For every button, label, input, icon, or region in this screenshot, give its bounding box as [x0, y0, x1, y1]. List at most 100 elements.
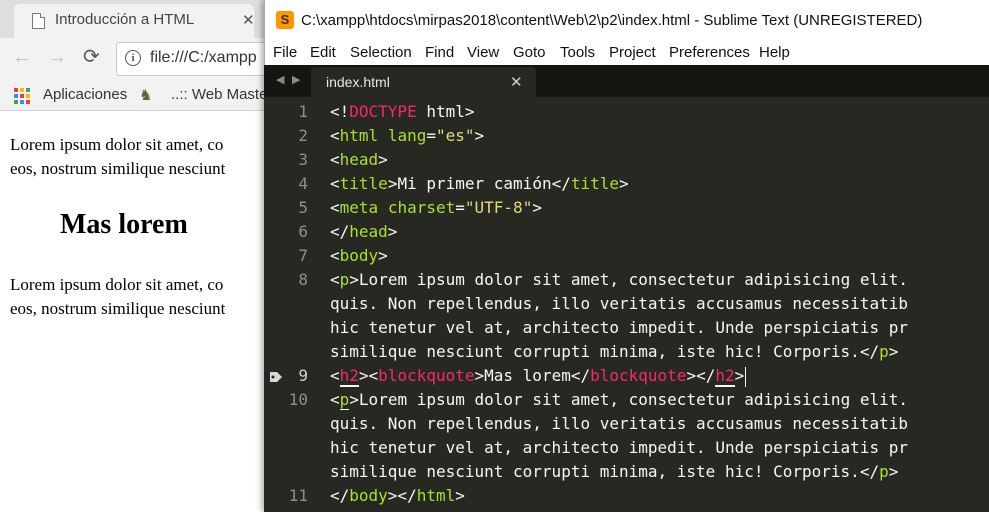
code-token: similique nesciunt corrupti minima, iste…	[330, 342, 860, 361]
menu-project[interactable]: Project	[609, 44, 656, 61]
code-token: body	[339, 246, 379, 265]
browser-tab-close-icon[interactable]: ✕	[242, 11, 255, 29]
browser-tab[interactable]: Introducción a HTML ✕	[14, 4, 255, 38]
code-token: >	[378, 150, 388, 169]
code-token: <	[330, 246, 340, 265]
code-token: Mi primer camión	[397, 174, 552, 193]
code-line-8b: quis. Non repellendus, illo veritatis ac…	[330, 294, 908, 313]
code-token: >	[474, 126, 485, 145]
code-token: "es"	[435, 126, 475, 145]
menu-find[interactable]: Find	[425, 44, 454, 61]
code-token: </	[330, 486, 350, 505]
forward-arrow-icon[interactable]: →	[47, 47, 67, 67]
bookmark-webmaster[interactable]: ..:: Web Master	[171, 86, 272, 103]
code-token: ></	[686, 366, 716, 385]
code-token: Lorem ipsum dolor sit amet, consectetur …	[358, 270, 908, 289]
code-editor[interactable]: 1 2 3 4 5 6 7 8 9 10 11 <!DOCTYPE html> …	[264, 97, 989, 512]
code-token: </	[570, 366, 591, 385]
webmaster-favicon-icon: ♞	[139, 87, 153, 104]
code-line-9: <h2><blockquote>Mas lorem</blockquote></…	[330, 364, 747, 388]
menu-view[interactable]: View	[467, 44, 499, 61]
code-token: >	[532, 198, 542, 217]
code-token: similique nesciunt corrupti minima, iste…	[330, 462, 860, 481]
tab-next-icon[interactable]: ▶	[292, 73, 300, 86]
code-line-8d: similique nesciunt corrupti minima, iste…	[330, 340, 898, 364]
paragraph-2-line-2: eos, nostrum similique nesciunt	[10, 299, 226, 318]
code-token: html	[339, 126, 379, 145]
code-token: head	[339, 150, 379, 169]
menu-goto[interactable]: Goto	[513, 44, 546, 61]
editor-tab-close-icon[interactable]: ✕	[510, 73, 523, 91]
menu-tools[interactable]: Tools	[560, 44, 595, 61]
code-token: body	[349, 486, 388, 505]
code-line-8c: hic tenetur vel at, architecto impedit. …	[330, 318, 908, 337]
address-url[interactable]: file:///C:/xampp	[150, 49, 257, 67]
code-line-11: </body></html>	[330, 484, 465, 508]
code-token: <	[330, 174, 340, 193]
menu-edit[interactable]: Edit	[310, 44, 336, 61]
code-line-5: <meta charset="UTF-8">	[330, 196, 542, 220]
code-token: >	[387, 222, 398, 241]
code-token: lang	[387, 126, 427, 145]
code-token: <	[330, 150, 340, 169]
code-line-10a: <p>Lorem ipsum dolor sit amet, consectet…	[330, 388, 908, 412]
apps-grid-icon[interactable]	[14, 88, 30, 104]
sublime-logo-icon: S	[276, 11, 294, 29]
line-number-active: 9	[298, 366, 308, 385]
info-icon[interactable]: i	[125, 50, 141, 66]
sublime-window: S C:\xampp\htdocs\mirpas2018\content\Web…	[264, 0, 989, 512]
tab-prev-icon[interactable]: ◀	[276, 73, 284, 86]
code-line-4: <title>Mi primer camión</title>	[330, 172, 629, 196]
code-token: p	[879, 462, 889, 481]
code-line-7: <body>	[330, 244, 388, 268]
line-number: 4	[298, 174, 308, 193]
code-token: html	[416, 486, 456, 505]
window-title: C:\xampp\htdocs\mirpas2018\content\Web\2…	[301, 12, 923, 29]
code-token: >	[619, 174, 629, 193]
menu-preferences[interactable]: Preferences	[669, 44, 750, 61]
code-token: =	[426, 126, 436, 145]
code-token: Lorem ipsum dolor sit amet, consectetur …	[358, 390, 908, 409]
menu-file[interactable]: File	[273, 44, 297, 61]
code-line-10b: quis. Non repellendus, illo veritatis ac…	[330, 414, 908, 433]
reload-icon[interactable]: ⟳	[83, 47, 100, 67]
code-token: title	[570, 174, 620, 193]
code-token: </	[859, 462, 880, 481]
code-line-2: <html lang="es">	[330, 124, 484, 148]
code-token: title	[339, 174, 388, 193]
document-icon	[32, 13, 45, 29]
tab-index-html[interactable]: index.html ✕	[311, 67, 536, 97]
code-token: </	[859, 342, 880, 361]
code-line-10c: hic tenetur vel at, architecto impedit. …	[330, 438, 908, 457]
code-token: <	[330, 366, 340, 385]
code-token: >	[474, 366, 485, 385]
line-number: 7	[298, 246, 308, 265]
line-number: 3	[298, 150, 308, 169]
code-line-6: </head>	[330, 220, 397, 244]
line-number: 5	[298, 198, 308, 217]
code-token: >	[349, 390, 359, 409]
back-arrow-icon[interactable]: ←	[12, 47, 32, 67]
code-token: >	[734, 366, 745, 385]
code-token: </	[330, 222, 350, 241]
sublime-titlebar[interactable]: S C:\xampp\htdocs\mirpas2018\content\Web…	[264, 0, 989, 40]
menu-selection[interactable]: Selection	[350, 44, 412, 61]
paragraph-2-line-1: Lorem ipsum dolor sit amet, co	[10, 275, 224, 294]
code-token: <	[330, 390, 340, 409]
code-token: >	[888, 342, 899, 361]
code-token: >	[378, 246, 388, 265]
code-token: Mas lorem	[484, 366, 571, 385]
code-token: >	[455, 486, 465, 505]
code-token: ></	[387, 486, 417, 505]
code-token: ><	[358, 366, 379, 385]
code-line-3: <head>	[330, 148, 388, 172]
code-token: meta	[339, 198, 379, 217]
menu-help[interactable]: Help	[759, 44, 790, 61]
code-token: >	[888, 462, 899, 481]
code-token: blockquote	[378, 366, 475, 385]
bookmark-apps[interactable]: Aplicaciones	[43, 86, 127, 103]
code-token: head	[349, 222, 388, 241]
code-token: p	[879, 342, 889, 361]
